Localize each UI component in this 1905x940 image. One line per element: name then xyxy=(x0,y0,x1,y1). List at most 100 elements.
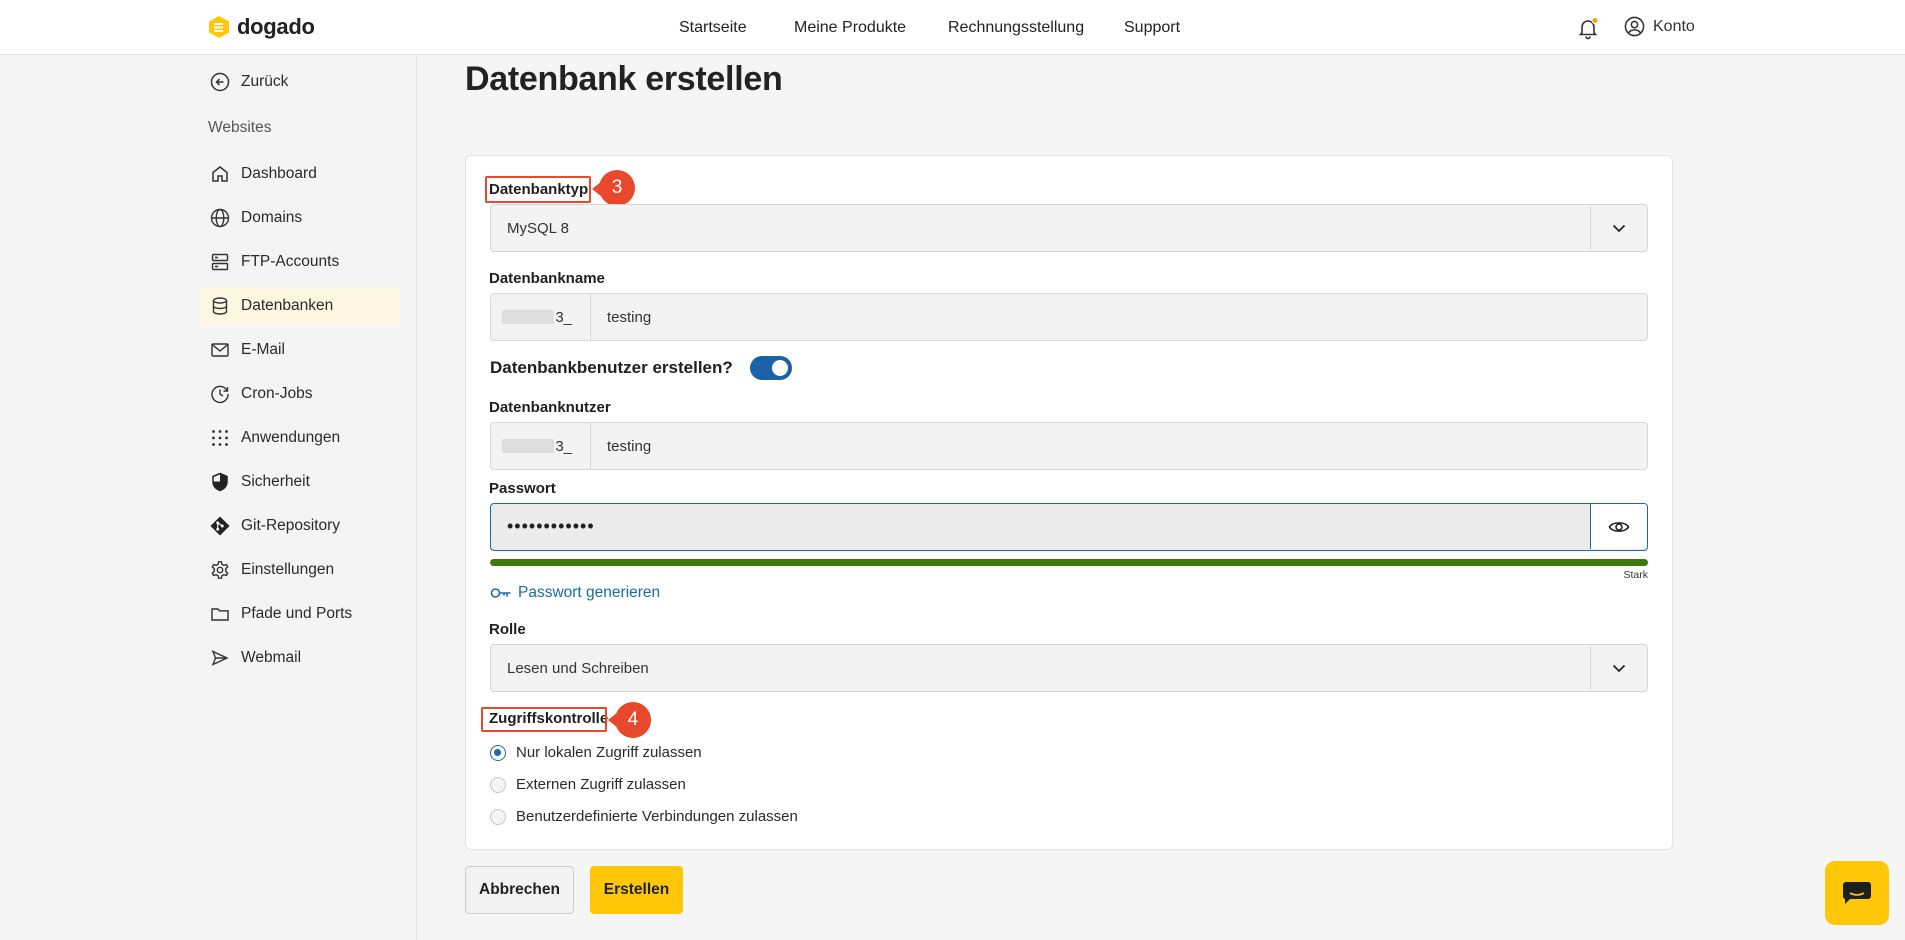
create-user-label: Datenbankbenutzer erstellen? xyxy=(490,358,733,377)
sidebar-item-label: Anwendungen xyxy=(241,429,341,446)
dogado-logo-icon xyxy=(209,16,229,38)
db-type-value: MySQL 8 xyxy=(507,220,569,237)
radio-label: Benutzerdefinierte Verbindungen zulassen xyxy=(516,808,798,825)
show-password-eye-icon[interactable] xyxy=(1590,504,1647,549)
radio-label: Nur lokalen Zugriff zulassen xyxy=(516,744,702,761)
sidebar-item-label: Einstellungen xyxy=(241,561,335,578)
sidebar-item-datenbanken[interactable]: Datenbanken xyxy=(200,287,400,325)
brand-name: dogado xyxy=(237,14,315,39)
sidebar-item-label: FTP-Accounts xyxy=(241,253,340,270)
db-name-input[interactable] xyxy=(592,294,1647,340)
arrow-left-circle-icon xyxy=(210,72,230,92)
sidebar-item-cron-jobs[interactable]: Cron-Jobs xyxy=(200,375,400,413)
sidebar-item-label: Webmail xyxy=(241,649,302,666)
top-navigation-bar: dogado Startseite Meine Produkte Rechnun… xyxy=(0,0,1905,55)
back-label: Zurück xyxy=(241,73,289,90)
password-input[interactable] xyxy=(491,504,1591,549)
radio-button[interactable] xyxy=(490,776,506,793)
password-strength-bar xyxy=(490,559,1648,566)
password-field xyxy=(490,503,1648,551)
create-user-toggle[interactable] xyxy=(749,356,792,380)
dogado-logo[interactable]: dogado xyxy=(208,14,315,40)
account-label: Konto xyxy=(1653,17,1695,35)
notifications-bell-icon[interactable] xyxy=(1576,16,1600,40)
role-select[interactable]: Lesen und Schreiben xyxy=(490,644,1648,692)
radio-button[interactable] xyxy=(490,808,506,825)
chevron-down-icon xyxy=(1590,205,1647,251)
db-name-label: Datenbankname xyxy=(489,270,605,287)
db-user-label: Datenbanknutzer xyxy=(489,399,611,416)
grid-icon xyxy=(212,430,228,446)
annotation-box-4 xyxy=(481,707,607,732)
radio-button-selected[interactable] xyxy=(490,744,506,761)
db-user-field: 3_ xyxy=(490,422,1648,470)
sidebar-item-domains[interactable]: Domains xyxy=(200,199,400,237)
sidebar-item-label: Cron-Jobs xyxy=(241,385,313,402)
sidebar-item-label: Domains xyxy=(241,209,303,226)
password-label: Passwort xyxy=(489,480,556,497)
password-strength-label: Stark xyxy=(1623,569,1648,581)
sidebar-section-heading: Websites xyxy=(208,119,272,136)
home-icon xyxy=(212,166,228,182)
radio-local-access[interactable]: Nur lokalen Zugriff zulassen xyxy=(490,744,702,761)
key-icon xyxy=(490,588,511,598)
nav-meine-produkte[interactable]: Meine Produkte xyxy=(794,0,906,55)
nav-startseite[interactable]: Startseite xyxy=(679,0,747,55)
folder-icon xyxy=(211,608,229,621)
server-icon xyxy=(211,253,229,271)
sidebar-item-anwendungen[interactable]: Anwendungen xyxy=(200,419,400,457)
db-name-field: 3_ xyxy=(490,293,1648,341)
sidebar-item-e-mail[interactable]: E-Mail xyxy=(200,331,400,369)
account-menu[interactable]: Konto xyxy=(1624,16,1695,37)
database-icon xyxy=(212,297,228,315)
redacted-prefix xyxy=(502,439,555,453)
sidebar-item-dashboard[interactable]: Dashboard xyxy=(200,155,400,193)
create-button[interactable]: Erstellen xyxy=(590,866,683,914)
sidebar-item-label: Pfade und Ports xyxy=(241,605,353,622)
redacted-prefix xyxy=(502,310,555,324)
db-user-prefix: 3_ xyxy=(491,423,591,469)
clock-icon xyxy=(211,385,229,404)
role-value: Lesen und Schreiben xyxy=(507,660,649,677)
shield-icon xyxy=(212,472,228,492)
sidebar-item-label: Datenbanken xyxy=(241,297,334,314)
chat-widget-button[interactable] xyxy=(1825,861,1889,925)
radio-label: Externen Zugriff zulassen xyxy=(516,776,686,793)
cancel-button[interactable]: Abbrechen xyxy=(465,866,574,914)
db-type-select[interactable]: MySQL 8 xyxy=(490,204,1648,252)
chevron-down-icon xyxy=(1590,645,1647,691)
generate-password-label: Passwort generieren xyxy=(518,584,661,601)
sidebar-item-sicherheit[interactable]: Sicherheit xyxy=(200,463,400,501)
db-user-input[interactable] xyxy=(592,423,1647,469)
generate-password-link[interactable]: Passwort generieren xyxy=(490,584,660,602)
send-icon xyxy=(211,650,229,666)
page-title: Datenbank erstellen xyxy=(465,60,783,98)
chat-bubble-icon xyxy=(1842,882,1871,904)
radio-custom-connections[interactable]: Benutzerdefinierte Verbindungen zulassen xyxy=(490,808,798,825)
nav-support[interactable]: Support xyxy=(1124,0,1180,55)
sidebar-item-einstellungen[interactable]: Einstellungen xyxy=(200,551,400,589)
sidebar-item-label: E-Mail xyxy=(241,341,285,358)
mail-icon xyxy=(211,343,229,357)
gear-icon xyxy=(211,561,229,579)
annotation-box-3 xyxy=(485,176,591,203)
git-icon xyxy=(210,516,230,536)
globe-icon xyxy=(210,208,230,228)
sidebar-item-pfade-und-ports[interactable]: Pfade und Ports xyxy=(200,595,400,633)
sidebar-item-git-repository[interactable]: Git-Repository xyxy=(200,507,400,545)
user-circle-icon xyxy=(1624,16,1645,37)
annotation-badge-3: 3 xyxy=(599,170,635,206)
sidebar-item-label: Sicherheit xyxy=(241,473,310,490)
toggle-knob xyxy=(771,360,788,376)
db-name-prefix: 3_ xyxy=(491,294,591,340)
role-label: Rolle xyxy=(489,621,526,638)
sidebar-item-label: Dashboard xyxy=(241,165,317,182)
sidebar-item-ftp-accounts[interactable]: FTP-Accounts xyxy=(200,243,400,281)
annotation-badge-4: 4 xyxy=(615,702,651,738)
create-user-row: Datenbankbenutzer erstellen? xyxy=(490,356,792,380)
nav-rechnungsstellung[interactable]: Rechnungsstellung xyxy=(948,0,1084,55)
radio-external-access[interactable]: Externen Zugriff zulassen xyxy=(490,776,686,793)
back-link[interactable]: Zurück xyxy=(200,63,400,101)
sidebar-item-webmail[interactable]: Webmail xyxy=(200,639,400,677)
sidebar-item-label: Git-Repository xyxy=(241,517,341,534)
